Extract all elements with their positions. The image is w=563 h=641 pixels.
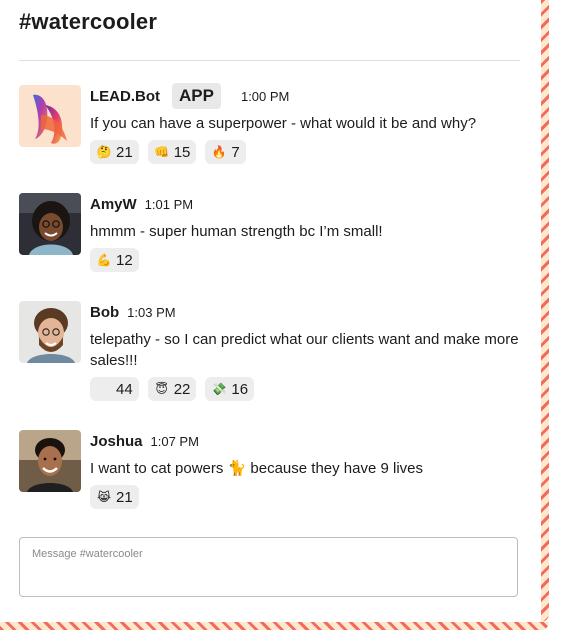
user-avatar (19, 301, 81, 363)
cat-tears-of-joy-icon: 😹 (96, 490, 112, 504)
message-timestamp[interactable]: 1:03 PM (127, 305, 175, 320)
user-avatar (19, 430, 81, 492)
money-wings-icon: 💸 (211, 382, 227, 396)
message-text: telepathy - so I can predict what our cl… (90, 331, 519, 369)
reaction-bar: 🤔 21 👊 15 🔥 7 (90, 140, 529, 164)
channel-panel: #watercooler LEAD.Bot APP 1:00 PM If you… (0, 0, 541, 614)
author-name[interactable]: LEAD.Bot (90, 88, 160, 105)
author-name[interactable]: Joshua (90, 433, 143, 450)
author-name[interactable]: AmyW (90, 196, 137, 213)
thinking-face-icon: 🤔 (96, 145, 112, 159)
reaction-bar: 44 😇 22 💸 16 (90, 377, 529, 401)
message-timestamp[interactable]: 1:01 PM (145, 197, 193, 212)
fire-icon: 🔥 (211, 145, 227, 159)
reaction-smiling-halo[interactable]: 😇 22 (147, 377, 197, 401)
message-text: If you can have a superpower - what woul… (90, 115, 477, 132)
channel-title: #watercooler (19, 9, 158, 34)
user-avatar-amyw[interactable] (19, 193, 81, 255)
message-timestamp[interactable]: 1:07 PM (151, 434, 199, 449)
reaction-thinking-face[interactable]: 🤔 21 (90, 140, 139, 164)
user-avatar-bob[interactable] (19, 301, 81, 363)
app-badge: APP (172, 83, 221, 109)
message-text: I want to cat powers 🐈 because they have… (90, 460, 424, 477)
reaction-blank[interactable]: 44 (90, 377, 139, 401)
message-text: hmmm - super human strength bc I’m small… (90, 223, 383, 240)
user-avatar-joshua[interactable] (19, 430, 81, 492)
reaction-fist-bump[interactable]: 👊 15 (147, 140, 197, 164)
header-divider (19, 60, 520, 61)
reaction-count: 7 (231, 143, 240, 161)
user-avatar (19, 193, 81, 255)
message-timestamp[interactable]: 1:00 PM (241, 89, 289, 104)
reaction-count: 16 (231, 380, 249, 398)
reaction-count: 12 (116, 251, 133, 269)
message-input[interactable] (30, 547, 504, 561)
reaction-count: 21 (116, 143, 133, 161)
smiling-halo-icon: 😇 (155, 382, 168, 396)
reaction-count: 21 (116, 488, 133, 506)
reaction-count: 15 (173, 143, 191, 161)
reaction-fire[interactable]: 🔥 7 (205, 140, 246, 164)
reaction-money-wings[interactable]: 💸 16 (205, 377, 255, 401)
reaction-count: 22 (173, 380, 191, 398)
lead-bot-logo-icon (33, 94, 67, 144)
reaction-bar: 💪 12 (90, 248, 529, 272)
reaction-flexed-biceps[interactable]: 💪 12 (90, 248, 139, 272)
message-composer[interactable] (19, 537, 518, 597)
reaction-count: 44 (116, 380, 133, 398)
reaction-bar: 😹 21 (90, 485, 529, 509)
author-name[interactable]: Bob (90, 304, 119, 321)
flexed-biceps-icon: 💪 (96, 253, 112, 267)
fist-bump-icon: 👊 (154, 145, 170, 159)
lead-bot-avatar[interactable] (19, 85, 81, 147)
reaction-cat-tears-of-joy[interactable]: 😹 21 (90, 485, 139, 509)
decorative-striped-border-bottom (0, 622, 549, 630)
decorative-striped-border-right (541, 0, 549, 622)
